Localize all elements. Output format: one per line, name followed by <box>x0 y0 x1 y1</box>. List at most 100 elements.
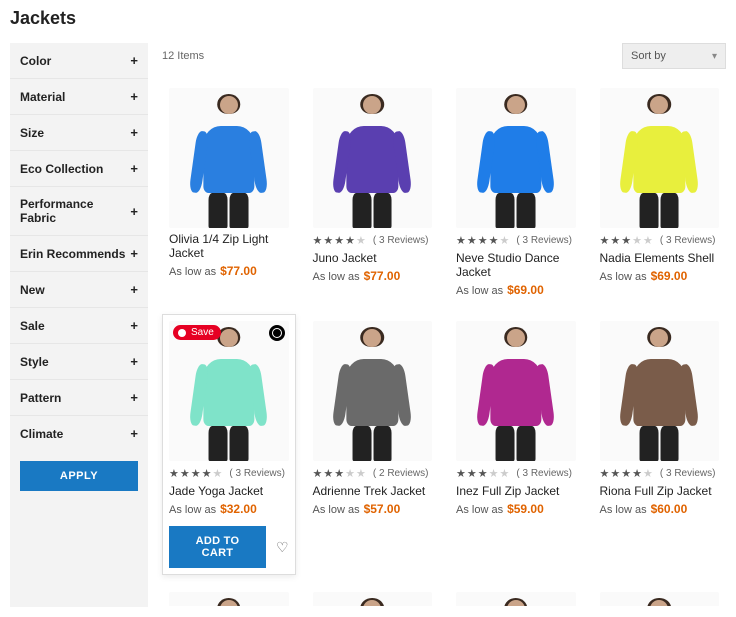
filter-row[interactable]: Erin Recommends+ <box>10 236 148 272</box>
product-card[interactable]: ★★★★★ ( 3 Reviews) Riona Full Zip Jacket As… <box>593 314 727 575</box>
price-row: As low as $69.00 <box>456 283 576 297</box>
filter-label: Climate <box>20 427 63 441</box>
product-name[interactable]: Adrienne Trek Jacket <box>313 484 433 498</box>
product-card[interactable] <box>593 585 727 607</box>
product-card[interactable]: Olivia 1/4 Zip Light Jacket As low as$77.… <box>162 81 296 304</box>
review-count[interactable]: ( 3 Reviews) <box>229 468 285 479</box>
filter-sidebar: Color+Material+Size+Eco Collection+Perfo… <box>10 43 148 607</box>
page-title: Jackets <box>10 8 726 29</box>
product-card[interactable]: ★★★★★ ( 3 Reviews) Neve Studio Dance Jacke… <box>449 81 583 304</box>
product-image[interactable] <box>169 88 289 228</box>
product-card[interactable]: ★★★★★( 3 Reviews)Juno JacketAs low as$77… <box>306 81 440 304</box>
product-card[interactable]: Save ★★★★★ ( 3 Reviews) Jade Yoga Jacket As … <box>162 314 296 575</box>
plus-icon: + <box>130 426 138 441</box>
plus-icon: + <box>130 354 138 369</box>
review-count[interactable]: ( 3 Reviews) <box>660 468 716 479</box>
filter-row[interactable]: New + <box>10 272 148 308</box>
star-rating: ★★★★★ <box>313 234 367 247</box>
product-image[interactable] <box>169 321 289 461</box>
product-price: $57.00 <box>364 502 401 516</box>
product-image[interactable] <box>456 88 576 228</box>
review-count[interactable]: ( 2 Reviews) <box>373 468 429 479</box>
star-rating: ★★★★★ <box>600 234 654 247</box>
zoom-icon[interactable] <box>269 325 285 341</box>
product-image[interactable] <box>313 321 433 461</box>
product-image[interactable] <box>456 321 576 461</box>
star-rating: ★★★★★ <box>600 467 654 480</box>
review-count[interactable]: ( 3 Reviews) <box>516 468 572 479</box>
star-rating: ★★★★★ <box>169 467 223 480</box>
product-image[interactable] <box>600 88 720 228</box>
plus-icon: + <box>130 246 138 261</box>
plus-icon: + <box>130 161 138 176</box>
apply-filters-button[interactable]: APPLY <box>20 461 138 491</box>
price-row: As low as$59.00 <box>456 502 576 516</box>
as-low-as-label: As low as <box>169 504 216 516</box>
product-image[interactable] <box>169 592 289 607</box>
product-listing: 12 Items Sort by ▾ Olivia 1/4 Zip Light … <box>162 43 726 607</box>
star-rating: ★★★★★ <box>456 234 510 247</box>
filter-row[interactable]: Eco Collection+ <box>10 151 148 187</box>
product-card[interactable]: ★★★★★ ( 2 Reviews) Adrienne Trek Jacket As … <box>306 314 440 575</box>
as-low-as-label: As low as <box>456 285 503 297</box>
as-low-as-label: As low as <box>600 504 647 516</box>
sort-dropdown[interactable]: Sort by ▾ <box>622 43 726 69</box>
product-image[interactable] <box>313 88 433 228</box>
product-name[interactable]: Jade Yoga Jacket <box>169 484 289 498</box>
product-card[interactable]: ★★★★★ ( 3 Reviews) Nadia Elements Shell As … <box>593 81 727 304</box>
filter-row[interactable]: Climate + <box>10 416 148 451</box>
product-name[interactable]: Inez Full Zip Jacket <box>456 484 576 498</box>
product-card[interactable] <box>306 585 440 607</box>
filter-row[interactable]: Size + <box>10 115 148 151</box>
filter-label: Pattern <box>20 391 61 405</box>
product-image[interactable] <box>600 321 720 461</box>
filter-label: Performance Fabric <box>20 197 130 225</box>
product-name[interactable]: Riona Full Zip Jacket <box>600 484 720 498</box>
plus-icon: + <box>130 53 138 68</box>
filter-label: New <box>20 283 45 297</box>
product-card[interactable] <box>449 585 583 607</box>
filter-row[interactable]: Pattern + <box>10 380 148 416</box>
review-count[interactable]: ( 3 Reviews) <box>373 235 429 246</box>
review-count[interactable]: ( 3 Reviews) <box>516 235 572 246</box>
product-name[interactable]: Nadia Elements Shell <box>600 251 720 265</box>
filter-row[interactable]: Sale + <box>10 308 148 344</box>
as-low-as-label: As low as <box>169 266 216 278</box>
sort-label: Sort by <box>631 50 666 62</box>
product-name[interactable]: Olivia 1/4 Zip Light Jacket <box>169 232 289 260</box>
plus-icon: + <box>130 125 138 140</box>
filter-row[interactable]: Color+ <box>10 43 148 79</box>
pinterest-save-button[interactable]: Save <box>173 325 221 340</box>
product-price: $32.00 <box>220 502 257 516</box>
product-name[interactable]: Juno Jacket <box>313 251 433 265</box>
review-count[interactable]: ( 3 Reviews) <box>660 235 716 246</box>
product-card[interactable]: ★★★★★( 3 Reviews)Inez Full Zip JacketAs … <box>449 314 583 575</box>
plus-icon: + <box>130 390 138 405</box>
product-image[interactable] <box>456 592 576 607</box>
add-to-cart-button[interactable]: ADD TO CART <box>169 526 266 568</box>
product-image[interactable] <box>600 592 720 607</box>
price-row: As low as$77.00 <box>169 264 289 278</box>
filter-label: Size <box>20 126 44 140</box>
filter-row[interactable]: Performance Fabric+ <box>10 187 148 236</box>
product-price: $69.00 <box>507 283 544 297</box>
plus-icon: + <box>130 282 138 297</box>
price-row: As low as$69.00 <box>600 269 720 283</box>
item-count: 12 Items <box>162 50 204 62</box>
product-price: $69.00 <box>651 269 688 283</box>
filter-label: Material <box>20 90 65 104</box>
product-price: $60.00 <box>651 502 688 516</box>
product-image[interactable] <box>313 592 433 607</box>
wishlist-icon[interactable]: ♡ <box>276 539 289 556</box>
product-name[interactable]: Neve Studio Dance Jacket <box>456 251 576 279</box>
filter-label: Sale <box>20 319 45 333</box>
filter-row[interactable]: Style+ <box>10 344 148 380</box>
chevron-down-icon: ▾ <box>712 51 717 62</box>
as-low-as-label: As low as <box>313 504 360 516</box>
star-rating: ★★★★★ <box>313 467 367 480</box>
price-row: As low as $57.00 <box>313 502 433 516</box>
as-low-as-label: As low as <box>456 504 503 516</box>
plus-icon: + <box>130 318 138 333</box>
product-card[interactable] <box>162 585 296 607</box>
filter-row[interactable]: Material+ <box>10 79 148 115</box>
